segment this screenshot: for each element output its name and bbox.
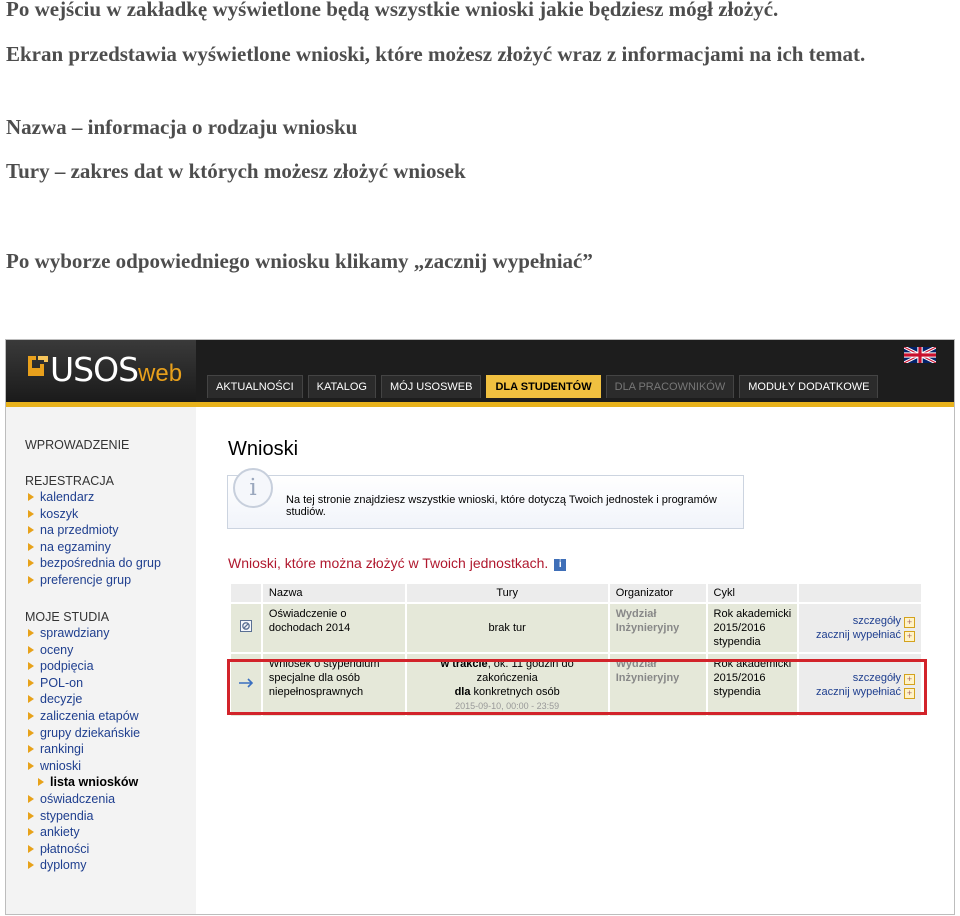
doc-paragraph-2: Ekran przedstawia wyświetlone wnioski, k… (6, 42, 866, 66)
logo-mark-icon (28, 356, 48, 376)
sidebar-item-preferencje-grup[interactable]: preferencje grup (28, 572, 161, 589)
header-icon-cell (231, 584, 261, 602)
sidebar-item-zaliczenia-etapow[interactable]: zaliczenia etapów (28, 708, 140, 725)
doc-paragraph-5: Po wyborze odpowiedniego wniosku klikamy… (6, 249, 593, 273)
sidebar-item-kalendarz[interactable]: kalendarz (28, 489, 161, 506)
row-status-cell (231, 604, 261, 652)
sidebar-item-lista-wnioskow[interactable]: lista wniosków (28, 774, 140, 791)
expand-icon: + (904, 617, 915, 628)
blocked-icon (239, 620, 252, 632)
row-actions: szczegóły + zacznij wypełniać + (799, 604, 921, 652)
doc-paragraph-3: Nazwa – informacja o rodzaju wniosku (6, 115, 358, 139)
app-header: USOSweb AKTUALNOŚCI KATALOG MÓJ USOSWEB … (6, 340, 954, 407)
main-nav: AKTUALNOŚCI KATALOG MÓJ USOSWEB DLA STUD… (207, 375, 879, 398)
section-info-icon[interactable]: i (554, 559, 567, 571)
section-title: Wnioski, które można złożyć w Twoich jed… (228, 555, 567, 571)
info-icon: i (233, 468, 273, 508)
usosweb-logo[interactable]: USOSweb (6, 340, 196, 402)
info-text: Na tej stronie znajdziesz wszystkie wnio… (286, 494, 717, 518)
table-row: Oświadczenie o dochodach 2014 brak tur W… (231, 604, 921, 652)
header-organizator: Organizator (609, 584, 706, 602)
table-header-row: Nazwa Tury Organizator Cykl (231, 584, 921, 602)
sidebar-item-wnioski[interactable]: wnioski (28, 758, 140, 775)
sidebar-item-sprawdziany[interactable]: sprawdziany (28, 625, 140, 642)
english-flag-icon[interactable] (904, 347, 936, 363)
sidebar-item-ankiety[interactable]: ankiety (28, 824, 140, 841)
sidebar-item-platnosci[interactable]: płatności (28, 841, 140, 858)
row-tury: brak tur (406, 604, 608, 652)
tab-dla-pracownikow[interactable]: DLA PRACOWNIKÓW (605, 375, 735, 398)
sidebar-item-oceny[interactable]: oceny (28, 642, 140, 659)
tab-moduly-dodatkowe[interactable]: MODUŁY DODATKOWE (739, 375, 879, 398)
sidebar-item-rankingi[interactable]: rankingi (28, 741, 140, 758)
sidebar: WPROWADZENIE REJESTRACJA kalendarz koszy… (6, 407, 197, 914)
sidebar-item-grupy-dziekanskie[interactable]: grupy dziekańskie (28, 725, 140, 742)
sidebar-item-decyzje[interactable]: decyzje (28, 691, 140, 708)
header-tury: Tury (406, 584, 608, 602)
header-nazwa: Nazwa (262, 584, 405, 602)
page-title: Wnioski (228, 438, 299, 460)
sidebar-item-pol-on[interactable]: POL-on (28, 675, 140, 692)
sidebar-item-oswiadczenia[interactable]: oświadczenia (28, 791, 140, 808)
zacznij-wypelniac-link[interactable]: zacznij wypełniać + (805, 628, 915, 642)
sidebar-list-rejestracja: kalendarz koszyk na przedmioty na egzami… (28, 489, 161, 589)
sidebar-item-bezposrednia-do-grup[interactable]: bezpośrednia do grup (28, 555, 161, 572)
sidebar-item-stypendia[interactable]: stypendia (28, 808, 140, 825)
doc-paragraph-4: Tury – zakres dat w których możesz złoży… (6, 159, 466, 183)
usosweb-screenshot: USOSweb AKTUALNOŚCI KATALOG MÓJ USOSWEB … (5, 339, 955, 915)
sidebar-item-dyplomy[interactable]: dyplomy (28, 857, 140, 874)
sidebar-item-wprowadzenie[interactable]: WPROWADZENIE (25, 438, 129, 452)
sidebar-item-koszyk[interactable]: koszyk (28, 506, 161, 523)
row-nazwa: Oświadczenie o dochodach 2014 (262, 604, 405, 652)
sidebar-item-na-egzaminy[interactable]: na egzaminy (28, 539, 161, 556)
row-cykl: Rok akademicki 2015/2016 stypendia (707, 604, 798, 652)
szczegoly-link[interactable]: szczegóły + (805, 614, 915, 628)
expand-icon: + (904, 631, 915, 642)
sidebar-heading-rejestracja[interactable]: REJESTRACJA (25, 474, 114, 488)
row-organizator: Wydział Inżynieryjny (609, 604, 706, 652)
sidebar-list-moje-studia: sprawdziany oceny podpięcia POL-on decyz… (28, 625, 140, 874)
sidebar-item-podpiecia[interactable]: podpięcia (28, 658, 140, 675)
tab-moj-usosweb[interactable]: MÓJ USOSWEB (380, 375, 482, 398)
header-actions (799, 584, 921, 602)
doc-paragraph-1: Po wejściu w zakładkę wyświetlone będą w… (6, 0, 779, 21)
sidebar-item-na-przedmioty[interactable]: na przedmioty (28, 522, 161, 539)
highlight-box (227, 659, 927, 715)
info-box: i Na tej stronie znajdziesz wszystkie wn… (227, 468, 744, 529)
main-content: Wnioski i Na tej stronie znajdziesz wszy… (196, 407, 954, 914)
tab-aktualnosci[interactable]: AKTUALNOŚCI (207, 375, 303, 398)
logo-text: USOSweb (50, 350, 183, 389)
tab-dla-studentow[interactable]: DLA STUDENTÓW (486, 375, 601, 398)
header-cykl: Cykl (707, 584, 798, 602)
tab-katalog[interactable]: KATALOG (307, 375, 376, 398)
sidebar-heading-moje-studia[interactable]: MOJE STUDIA (25, 610, 109, 624)
